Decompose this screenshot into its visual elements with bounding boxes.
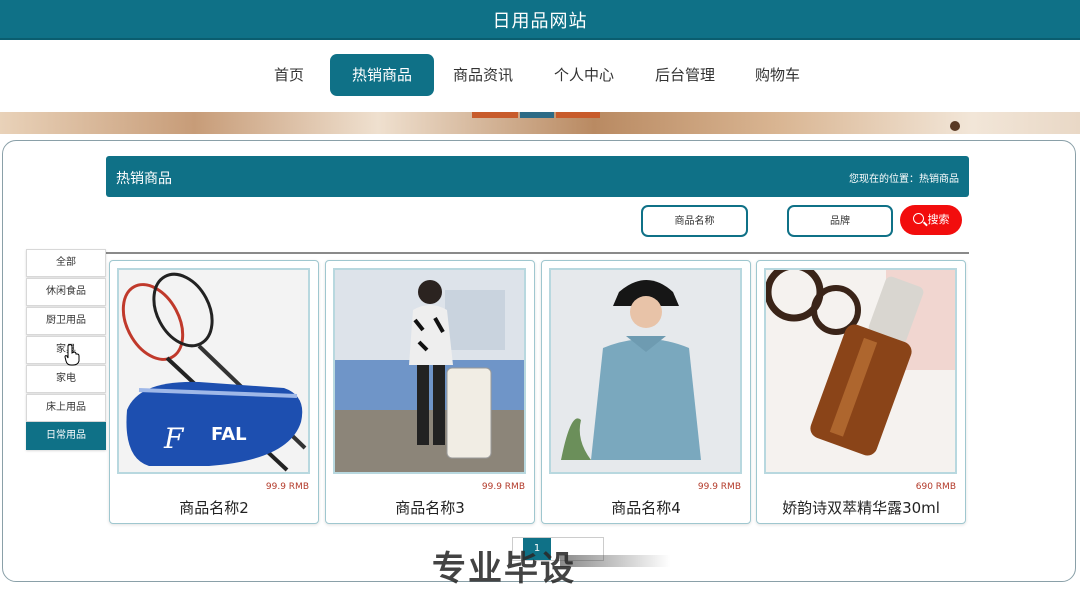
product-image <box>764 268 957 474</box>
site-title: 日用品网站 <box>492 11 588 32</box>
site-header: 日用品网站 <box>0 0 1080 40</box>
product-price: 99.9 RMB <box>265 482 309 492</box>
category-appliances[interactable]: 家电 <box>26 365 106 393</box>
product-card[interactable]: 690 RMB 娇韵诗双萃精华露30ml <box>756 260 966 524</box>
svg-text:FAL: FAL <box>211 424 247 445</box>
section-title: 热销商品 <box>116 171 172 187</box>
brand-input[interactable] <box>787 205 893 237</box>
search-button[interactable]: 搜索 <box>900 205 962 235</box>
breadcrumb: 您现在的位置：热销商品 <box>849 174 959 185</box>
product-price: 99.9 RMB <box>481 482 525 492</box>
nav-personal-center[interactable]: 个人中心 <box>532 54 636 96</box>
banner-image <box>0 112 1080 134</box>
svg-text:F: F <box>163 422 185 455</box>
section-header: 热销商品 您现在的位置：热销商品 <box>106 156 969 197</box>
product-image <box>549 268 742 474</box>
nav-cart[interactable]: 购物车 <box>733 54 822 96</box>
product-name: 商品名称4 <box>611 499 681 517</box>
product-image: F FAL <box>117 268 310 474</box>
search-icon <box>912 213 924 224</box>
category-bedding[interactable]: 床上用品 <box>26 394 106 422</box>
divider <box>106 252 969 254</box>
product-card[interactable]: 99.9 RMB 商品名称4 <box>541 260 751 524</box>
main-nav: 首页 热销商品 商品资讯 个人中心 后台管理 购物车 <box>0 40 1080 112</box>
product-card[interactable]: 99.9 RMB 商品名称3 <box>325 260 535 524</box>
product-name: 娇韵诗双萃精华露30ml <box>782 499 940 517</box>
nav-home[interactable]: 首页 <box>252 54 326 96</box>
nav-product-news[interactable]: 商品资讯 <box>431 54 535 96</box>
nav-hot-products[interactable]: 热销商品 <box>330 54 435 96</box>
product-image <box>333 268 526 474</box>
product-price: 690 RMB <box>915 482 956 492</box>
product-name: 商品名称3 <box>395 499 465 517</box>
product-name: 商品名称2 <box>179 499 249 517</box>
category-daily-goods[interactable]: 日常用品 <box>26 422 106 450</box>
watermark-stroke <box>560 555 670 567</box>
category-all[interactable]: 全部 <box>26 249 106 277</box>
product-name-input[interactable] <box>641 205 748 237</box>
nav-admin[interactable]: 后台管理 <box>633 54 737 96</box>
category-kitchen-bath[interactable]: 厨卫用品 <box>26 307 106 335</box>
search-button-label: 搜索 <box>927 213 950 226</box>
product-price: 99.9 RMB <box>697 482 741 492</box>
product-card[interactable]: F FAL 99.9 RMB 商品名称2 <box>109 260 319 524</box>
hand-pointer-icon <box>64 344 80 366</box>
category-snacks[interactable]: 休闲食品 <box>26 278 106 306</box>
watermark-text: 专业毕设 <box>432 549 576 589</box>
